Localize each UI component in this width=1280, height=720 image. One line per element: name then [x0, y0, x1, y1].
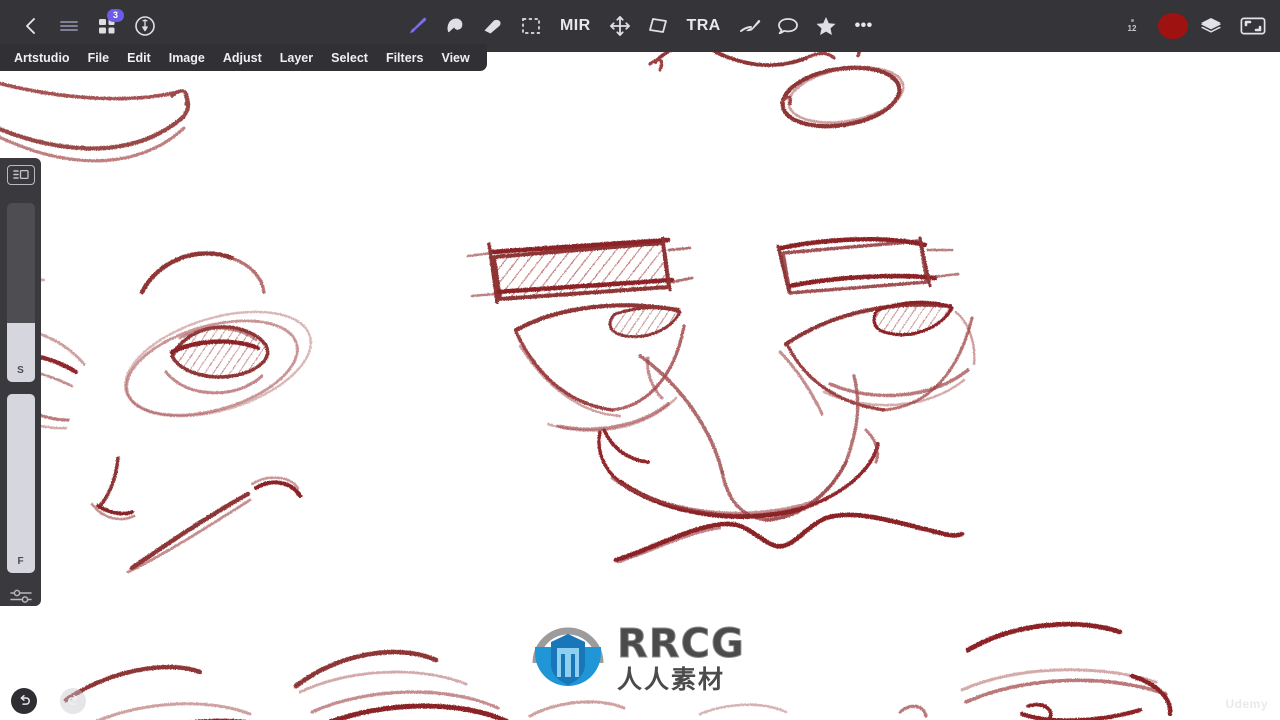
menu-artstudio[interactable]: Artstudio: [10, 51, 79, 65]
menu-file[interactable]: File: [79, 51, 119, 65]
smudge-tool[interactable]: [436, 7, 474, 45]
mirror-tool[interactable]: MIR: [550, 17, 601, 35]
transform-tool[interactable]: TRA: [677, 17, 731, 35]
sliders-settings-icon[interactable]: [8, 586, 34, 606]
speech-bubble-tool[interactable]: [769, 7, 807, 45]
menu-image[interactable]: Image: [160, 51, 214, 65]
brush-stroke-tool[interactable]: [731, 7, 769, 45]
fullscreen-button[interactable]: [1234, 7, 1272, 45]
drawing-canvas[interactable]: [0, 0, 1280, 720]
gallery-badge-count: 3: [107, 9, 124, 22]
brush-size-value: 12: [1127, 24, 1137, 33]
menu-adjust[interactable]: Adjust: [214, 51, 271, 65]
brush-size-slider-label: S: [17, 365, 24, 377]
color-swatch-button[interactable]: [1158, 13, 1188, 39]
menu-filters[interactable]: Filters: [377, 51, 433, 65]
toolbar-right-group: 12: [1110, 0, 1272, 52]
back-button[interactable]: [12, 7, 50, 45]
brush-size-dot: [1130, 19, 1134, 22]
move-tool[interactable]: [601, 7, 639, 45]
more-tools-button[interactable]: •••: [845, 17, 883, 35]
eraser-tool[interactable]: [474, 7, 512, 45]
brush-tool[interactable]: [398, 7, 436, 45]
undo-button[interactable]: [11, 688, 37, 714]
sketch-artwork: [0, 42, 1173, 720]
redo-button[interactable]: [60, 688, 86, 714]
brush-flow-slider-label: F: [17, 556, 24, 568]
hamburger-menu-button[interactable]: [50, 7, 88, 45]
polygon-shape-tool[interactable]: [639, 7, 677, 45]
layers-button[interactable]: [1192, 7, 1230, 45]
favorites-star-tool[interactable]: [807, 7, 845, 45]
artstudio-app-window: 3 MIR TRA ••• 12 Artstudio File Edit Ima…: [0, 0, 1280, 720]
menu-edit[interactable]: Edit: [118, 51, 160, 65]
brush-size-slider[interactable]: S: [6, 202, 35, 383]
application-menu-bar: Artstudio File Edit Image Adjust Layer S…: [0, 44, 487, 71]
toolbar-left-group: 3: [0, 7, 164, 45]
brush-flow-slider[interactable]: F: [6, 394, 35, 574]
gallery-grid-button[interactable]: 3: [88, 7, 126, 45]
brush-slider-panel: S F: [0, 158, 41, 606]
menu-view[interactable]: View: [432, 51, 478, 65]
panel-list-icon[interactable]: [6, 165, 35, 185]
marquee-select-tool[interactable]: [512, 7, 550, 45]
pen-circle-button[interactable]: [126, 7, 164, 45]
brush-size-indicator[interactable]: 12: [1110, 7, 1154, 45]
brush-flow-slider-fill: [6, 394, 35, 574]
menu-layer[interactable]: Layer: [271, 51, 322, 65]
menu-select[interactable]: Select: [322, 51, 377, 65]
